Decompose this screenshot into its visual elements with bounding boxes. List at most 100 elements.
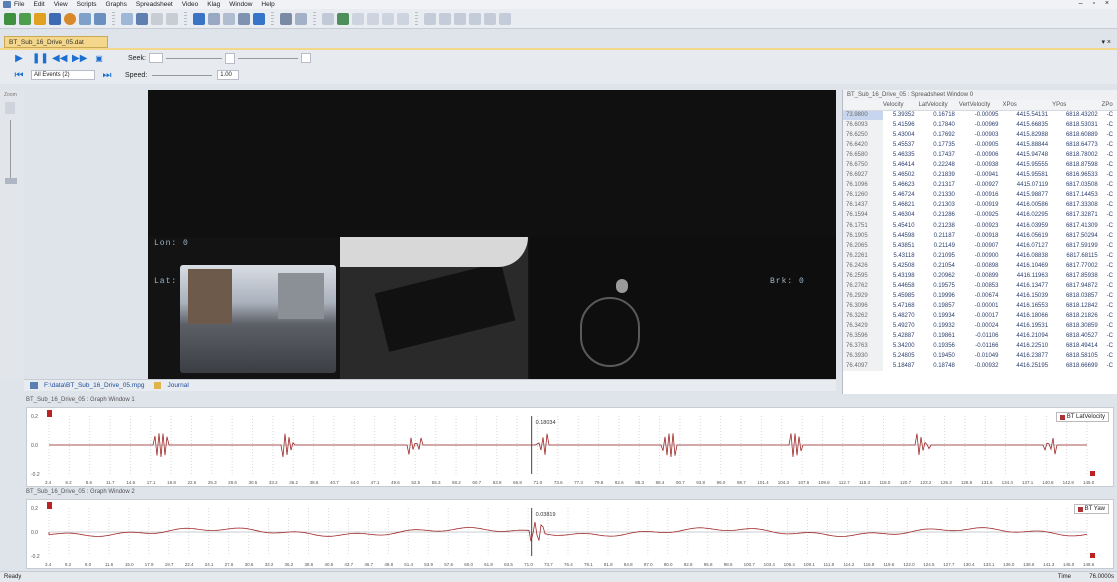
- table-cell[interactable]: 0.21286: [919, 210, 959, 220]
- table-cell[interactable]: 6816.96533: [1052, 170, 1102, 180]
- table-cell[interactable]: -C: [1102, 241, 1117, 251]
- table-cell[interactable]: 76.2595: [843, 270, 883, 281]
- latvelocity-graph[interactable]: 0.2 0.0 -0.2 3.4 8.2 8.6 11.7 14.6 17.1 18.8 22.6 2…: [26, 407, 1114, 487]
- table-cell[interactable]: 5.49270: [883, 321, 919, 331]
- table-cell[interactable]: 76.3262: [843, 310, 883, 321]
- table-cell[interactable]: 4416.13477: [1002, 281, 1052, 291]
- table-cell[interactable]: -0.00969: [959, 120, 1003, 130]
- table-cell[interactable]: -C: [1102, 110, 1117, 120]
- table-cell[interactable]: -0.00853: [959, 281, 1003, 291]
- table-cell[interactable]: 76.1594: [843, 210, 883, 221]
- table-cell[interactable]: -0.00906: [959, 150, 1003, 160]
- table-cell[interactable]: 0.17692: [919, 130, 959, 140]
- filter-icon[interactable]: [352, 12, 364, 25]
- table-cell[interactable]: 76.1905: [843, 230, 883, 241]
- table-cell[interactable]: 0.19857: [919, 301, 959, 311]
- table-cell[interactable]: 5.43004: [883, 130, 919, 140]
- table-cell[interactable]: 0.19934: [919, 311, 959, 321]
- table-cell[interactable]: 4415.66835: [1002, 120, 1052, 130]
- align-icon[interactable]: [322, 12, 334, 25]
- table-row[interactable]: 76.2065 5.43851 0.21149 -0.00907 4416.07127 6…: [843, 240, 1117, 251]
- table-cell[interactable]: 4415.98877: [1002, 190, 1052, 200]
- table-cell[interactable]: 0.21238: [919, 221, 959, 231]
- range-start-marker[interactable]: [47, 502, 52, 509]
- table-cell[interactable]: 5.39352: [883, 110, 919, 120]
- table-cell[interactable]: 0.19575: [919, 281, 959, 291]
- zoom-y-icon[interactable]: [136, 12, 148, 25]
- table-cell[interactable]: 6818.43202: [1052, 110, 1102, 120]
- table-row[interactable]: 76.3596 5.42887 0.19861 -0.01106 4416.21094 6…: [843, 331, 1117, 342]
- table-cell[interactable]: 76.2261: [843, 250, 883, 261]
- table-cell[interactable]: 5.41596: [883, 120, 919, 130]
- table-cell[interactable]: 5.44658: [883, 281, 919, 291]
- table-cell[interactable]: -0.00905: [959, 140, 1003, 150]
- menu-spreadsheet[interactable]: Spreadsheet: [136, 1, 173, 8]
- measure-icon[interactable]: [295, 12, 307, 25]
- chart-icon[interactable]: [238, 12, 250, 25]
- menu-help[interactable]: Help: [261, 1, 274, 8]
- table-cell[interactable]: 6817.77002: [1052, 261, 1102, 271]
- table-cell[interactable]: 4416.11963: [1002, 271, 1052, 281]
- cursor-icon[interactable]: [280, 12, 292, 25]
- table-row[interactable]: 76.6420 5.45537 0.17735 -0.00905 4415.88844 6…: [843, 140, 1117, 151]
- table-cell[interactable]: 5.46821: [883, 200, 919, 210]
- zoom-top-button[interactable]: [5, 102, 15, 114]
- table-cell[interactable]: 5.43118: [883, 251, 919, 261]
- table-cell[interactable]: 5.24805: [883, 351, 919, 361]
- table-cell[interactable]: 4415.07119: [1002, 180, 1052, 190]
- range-start-marker[interactable]: [47, 410, 52, 417]
- table-cell[interactable]: -C: [1102, 261, 1117, 271]
- chevron-up-icon[interactable]: [397, 12, 409, 25]
- table-cell[interactable]: 76.3930: [843, 351, 883, 362]
- column-header[interactable]: ZPo: [1101, 100, 1117, 111]
- column-header[interactable]: LatVelocity: [918, 100, 959, 111]
- table-cell[interactable]: -C: [1102, 311, 1117, 321]
- table-row[interactable]: 76.4097 5.18487 0.18748 -0.00932 4416.25195 6…: [843, 361, 1117, 372]
- column-header[interactable]: VertVelocity: [958, 100, 1003, 111]
- table-row[interactable]: 76.1096 5.46623 0.21317 -0.00927 4415.07119 6…: [843, 180, 1117, 191]
- menu-window[interactable]: Window: [229, 1, 252, 8]
- table-cell[interactable]: 0.22248: [919, 160, 959, 170]
- table-cell[interactable]: 0.19450: [919, 351, 959, 361]
- table-cell[interactable]: -C: [1102, 351, 1117, 361]
- table-row[interactable]: 76.2426 5.42508 0.21054 -0.00898 4416.10469 6…: [843, 260, 1117, 271]
- table-cell[interactable]: 0.21317: [919, 180, 959, 190]
- monitor-icon[interactable]: ▣: [92, 53, 106, 64]
- table-cell[interactable]: -0.00907: [959, 241, 1003, 251]
- table-cell[interactable]: 4416.23877: [1002, 351, 1052, 361]
- table-cell[interactable]: -C: [1102, 210, 1117, 220]
- split-icon[interactable]: [469, 12, 481, 25]
- table-cell[interactable]: 0.21095: [919, 251, 959, 261]
- step-icon[interactable]: [19, 12, 31, 25]
- table-cell[interactable]: 4416.02295: [1002, 210, 1052, 220]
- table-row[interactable]: 73.9800 5.39352 0.16718 -0.00095 4415.54131 6…: [843, 110, 1117, 121]
- table-cell[interactable]: -0.00925: [959, 210, 1003, 220]
- table-cell[interactable]: 0.16718: [919, 110, 959, 120]
- speed-value[interactable]: 1.00: [217, 70, 240, 80]
- grid-icon[interactable]: [208, 12, 220, 25]
- table-cell[interactable]: -C: [1102, 321, 1117, 331]
- table-cell[interactable]: -C: [1102, 331, 1117, 341]
- table-row[interactable]: 76.3930 5.24805 0.19450 -0.01049 4416.23877 6…: [843, 351, 1117, 362]
- spreadsheet-icon[interactable]: [79, 12, 91, 25]
- table-cell[interactable]: -0.00916: [959, 190, 1003, 200]
- range-end-marker[interactable]: [1090, 553, 1095, 558]
- table-cell[interactable]: 76.1751: [843, 220, 883, 231]
- play-icon[interactable]: ▶: [12, 53, 26, 64]
- table-cell[interactable]: -0.00918: [959, 231, 1003, 241]
- prev-event-icon[interactable]: ⏮: [12, 70, 26, 81]
- seek-thumb[interactable]: [224, 52, 235, 64]
- table-cell[interactable]: -C: [1102, 160, 1117, 170]
- table-cell[interactable]: -0.00927: [959, 180, 1003, 190]
- table-cell[interactable]: 0.21149: [919, 241, 959, 251]
- table-cell[interactable]: 0.19356: [919, 341, 959, 351]
- table-cell[interactable]: 6818.21826: [1052, 311, 1102, 321]
- save-icon[interactable]: [49, 12, 61, 25]
- table-cell[interactable]: 0.21303: [919, 200, 959, 210]
- tab-video-file[interactable]: F:\data\BT_Sub_16_Drive_05.mpg: [44, 382, 144, 389]
- table-row[interactable]: 76.2762 5.44658 0.19575 -0.00853 4416.13477 6…: [843, 280, 1117, 291]
- table-cell[interactable]: 6817.41309: [1052, 221, 1102, 231]
- table-cell[interactable]: 4415.54131: [1002, 110, 1052, 120]
- next-event-icon[interactable]: ⏭: [100, 70, 114, 81]
- run-icon[interactable]: [4, 12, 16, 25]
